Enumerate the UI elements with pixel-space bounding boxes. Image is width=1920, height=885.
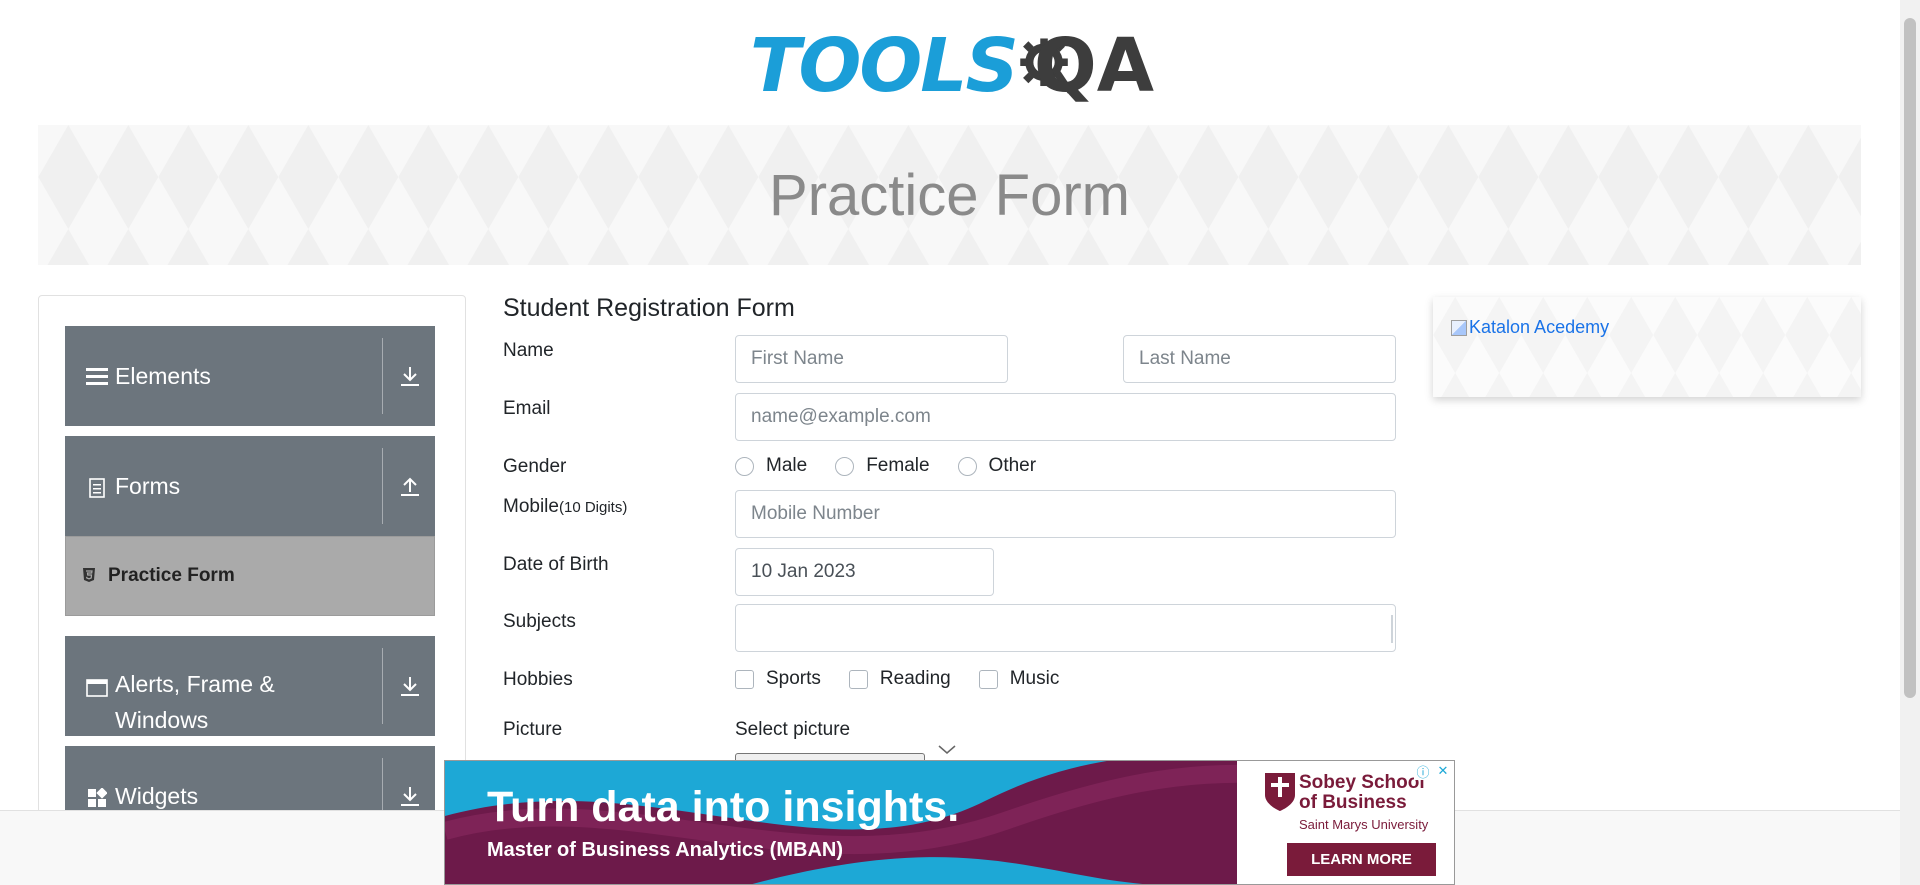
page-banner: Practice Form [38, 125, 1861, 265]
checkbox[interactable] [848, 669, 868, 689]
download-arrow-icon[interactable] [395, 671, 425, 701]
sidebar-group-label: Widgets [115, 783, 199, 809]
university-name: Saint Marys University [1299, 817, 1429, 832]
sidebar: Elements Forms Practice Form Alerts, Fra… [38, 295, 466, 885]
sidebar-group-label: Forms [115, 473, 181, 499]
radio-button[interactable] [957, 456, 977, 476]
gender-radio-group: Male Female Other [735, 455, 1064, 477]
checkbox[interactable] [735, 669, 754, 689]
radio-label: Other [988, 455, 1037, 476]
ad-subline: Master of Business Analytics (MBAN) [487, 839, 843, 861]
page-title: Practice Form [769, 162, 1130, 228]
radio-label: Female [866, 455, 930, 476]
info-icon[interactable]: ⓘ [1414, 762, 1432, 780]
download-arrow-icon[interactable] [395, 781, 425, 811]
close-icon[interactable]: ✕ [1434, 762, 1452, 780]
school-name: Sobey School of Business [1299, 773, 1425, 813]
mobile-label-text: Mobile [503, 496, 559, 517]
hobby-reading-checkbox[interactable]: Reading [848, 668, 951, 690]
katalon-ad-panel[interactable]: Katalon Acedemy [1433, 297, 1861, 397]
ad-choices: ⓘ ✕ [1414, 762, 1452, 780]
date-of-birth-input[interactable] [735, 548, 994, 596]
divider [382, 338, 383, 414]
sidebar-group-alerts-frame-windows[interactable]: Alerts, Frame & Windows [65, 636, 435, 736]
checkbox-label: Reading [879, 668, 951, 689]
checkbox-label: Music [1009, 668, 1060, 689]
email-input[interactable] [735, 393, 1396, 441]
katalon-ad-alt-text: Katalon Acedemy [1469, 317, 1610, 337]
dob-label: Date of Birth [503, 554, 609, 575]
widgets-icon [85, 786, 109, 810]
radio-button[interactable] [735, 456, 754, 476]
first-name-input[interactable] [735, 335, 1008, 383]
sobey-crest-icon [1265, 773, 1295, 811]
radio-label: Male [766, 455, 808, 476]
gender-label: Gender [503, 456, 567, 477]
picture-select-label: Select picture [735, 719, 851, 740]
checkbox-label: Sports [766, 668, 821, 689]
logo-qa-text: QA [1033, 23, 1154, 109]
hobby-music-checkbox[interactable]: Music [978, 668, 1060, 690]
learn-more-button[interactable]: LEARN MORE [1287, 843, 1436, 876]
sidebar-group-elements[interactable]: Elements [65, 326, 435, 426]
gender-other-radio[interactable]: Other [957, 455, 1037, 477]
bottom-ad-banner[interactable]: Turn data into insights. Master of Busin… [444, 760, 1455, 885]
school-name-line2: of Business [1299, 792, 1407, 813]
gender-male-radio[interactable]: Male [735, 455, 807, 477]
form-title: Student Registration Form [503, 294, 795, 322]
broken-image-icon [1451, 319, 1467, 336]
sidebar-group-label-line2: Windows [115, 707, 209, 733]
ad-headline: Turn data into insights. [487, 783, 960, 831]
toolsqa-logo[interactable]: TOOLS QA [750, 18, 1154, 114]
chevron-down-icon [937, 743, 957, 761]
mobile-label: Mobile(10 Digits) [503, 496, 627, 518]
text-cursor [1391, 615, 1393, 643]
page-scrollbar[interactable] [1900, 0, 1920, 885]
sidebar-group-label: Alerts, Frame & Windows [115, 666, 275, 738]
mobile-hint: (10 Digits) [558, 499, 628, 516]
download-arrow-icon[interactable] [395, 361, 425, 391]
divider [382, 648, 383, 724]
email-label: Email [503, 398, 551, 419]
picture-label: Picture [503, 719, 563, 740]
sidebar-group-label: Elements [115, 363, 211, 389]
checkbox[interactable] [978, 669, 998, 689]
list-icon [85, 364, 109, 388]
katalon-ad-image[interactable]: Katalon Acedemy [1451, 317, 1609, 338]
subjects-label: Subjects [503, 611, 576, 632]
upload-arrow-icon[interactable] [395, 471, 425, 501]
sidebar-item-practice-form[interactable]: Practice Form [65, 536, 435, 616]
gender-female-radio[interactable]: Female [835, 455, 930, 477]
radio-button[interactable] [835, 456, 855, 476]
mobile-input[interactable] [735, 490, 1396, 538]
logo-tools-text: TOOLS [750, 23, 1019, 109]
document-icon [85, 476, 109, 500]
sidebar-item-label: Practice Form [108, 565, 235, 586]
subjects-input[interactable] [735, 604, 1396, 652]
html5-icon [82, 567, 96, 588]
divider [382, 448, 383, 524]
hobbies-checkbox-group: Sports Reading Music [735, 668, 1087, 690]
sidebar-group-label-line1: Alerts, Frame & [115, 671, 275, 697]
name-label: Name [503, 340, 554, 361]
hobbies-label: Hobbies [503, 669, 573, 690]
scrollbar-thumb[interactable] [1904, 18, 1916, 698]
window-icon [85, 676, 109, 700]
sidebar-group-forms[interactable]: Forms [65, 436, 435, 536]
school-name-line1: Sobey School [1299, 772, 1425, 793]
last-name-input[interactable] [1123, 335, 1396, 383]
hobby-sports-checkbox[interactable]: Sports [735, 668, 821, 690]
